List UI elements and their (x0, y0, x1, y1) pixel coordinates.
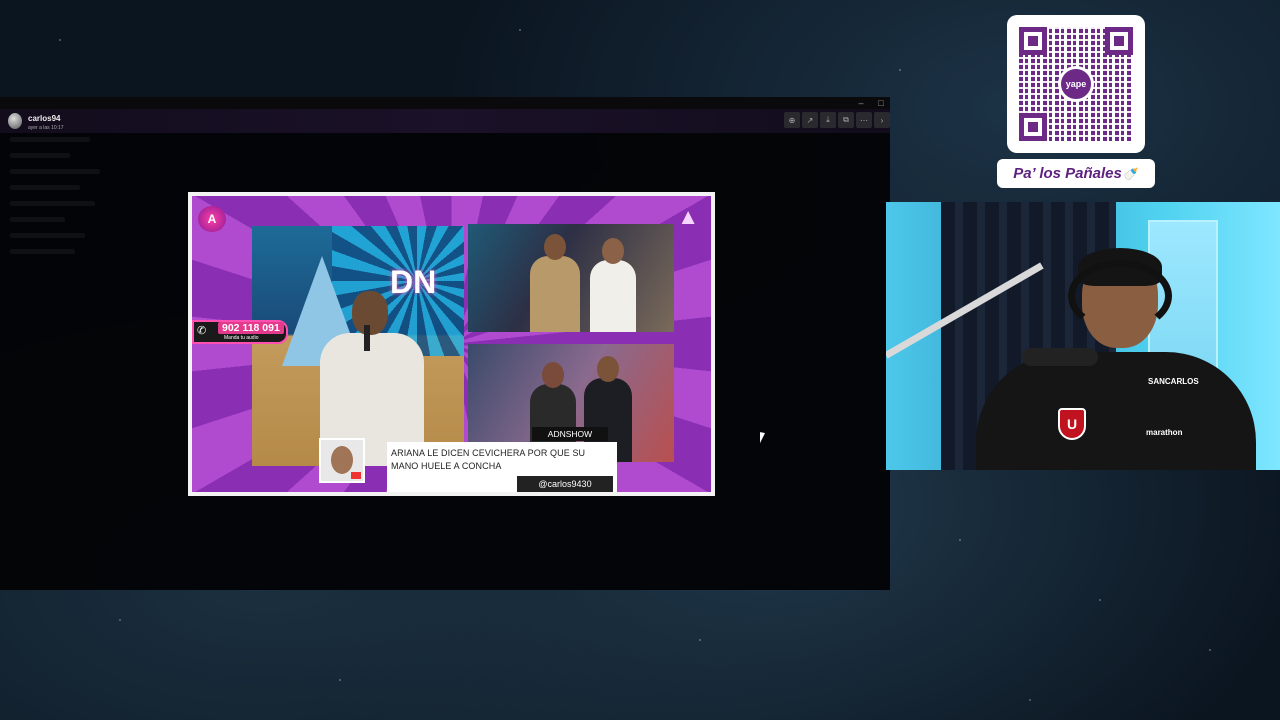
phone-subtitle: Manda tu audio (224, 335, 259, 341)
caption-box: ARIANA LE DICEN CEVICHERA POR QUE SU MAN… (387, 442, 617, 492)
jersey-sponsor-2: marathon (1146, 428, 1183, 437)
show-label: ADNSHOW (532, 427, 608, 441)
avatar[interactable] (8, 113, 22, 129)
christmas-tree-icon: ▲ (677, 204, 699, 229)
phone-number: 902 118 091 (218, 322, 284, 334)
side-camera-feed-1 (468, 224, 674, 332)
shared-image[interactable]: A ▲ DN ✆ 902 118 091 Manda tu audio ADNS… (188, 192, 715, 496)
viewer-header: carlos94 ayer a las 10:17 ⊕ ↗ ⤓ ⧉ ⋯ › (0, 109, 890, 133)
maximize-icon[interactable]: □ (876, 98, 886, 108)
webcam-feed: U SANCARLOS marathon (886, 202, 1280, 470)
message-timestamp: ayer a las 10:17 (28, 125, 64, 131)
chevron-right-icon[interactable]: › (874, 112, 890, 128)
caller-thumbnail (319, 438, 365, 483)
download-icon[interactable]: ⤓ (820, 112, 836, 128)
qr-code-card: yape (1007, 15, 1145, 153)
tv-show-frame: A ▲ DN ✆ 902 118 091 Manda tu audio ADNS… (192, 196, 711, 492)
share-icon[interactable]: ↗ (802, 112, 818, 128)
caption-text: ARIANA LE DICEN CEVICHERA POR QUE SU MAN… (391, 448, 586, 471)
user-name[interactable]: carlos94 (28, 114, 60, 123)
zoom-in-icon[interactable]: ⊕ (784, 112, 800, 128)
microphone-icon (364, 325, 370, 351)
donation-label: Pa’ los Pañales 🍼 (997, 159, 1155, 188)
microphone-icon (1022, 348, 1098, 366)
open-external-icon[interactable]: ⧉ (838, 112, 854, 128)
yape-logo: yape (1058, 66, 1094, 102)
window-titlebar: – □ (0, 97, 890, 109)
dimmed-background-sidebar (10, 137, 110, 577)
record-icon (351, 472, 361, 479)
viewer-toolbar: ⊕ ↗ ⤓ ⧉ ⋯ › (784, 112, 890, 128)
phone-banner: ✆ 902 118 091 Manda tu audio (192, 320, 288, 344)
qr-code: yape (1019, 27, 1133, 141)
headset-icon (1068, 260, 1172, 332)
more-icon[interactable]: ⋯ (856, 112, 872, 128)
main-camera-feed: DN (252, 226, 464, 466)
mouse-cursor-icon (760, 432, 770, 445)
donation-label-text: Pa’ los Pañales (1013, 165, 1122, 182)
channel-logo: A (198, 206, 226, 232)
club-crest-icon: U (1058, 408, 1086, 440)
jersey-sponsor: SANCARLOS (1148, 377, 1199, 386)
phone-icon: ✆ (197, 325, 207, 337)
streamer-jersey (976, 352, 1256, 470)
handle-tag: @carlos9430 (517, 476, 613, 492)
minimize-icon[interactable]: – (856, 98, 866, 108)
baby-bottle-icon: 🍼 (1123, 166, 1139, 181)
